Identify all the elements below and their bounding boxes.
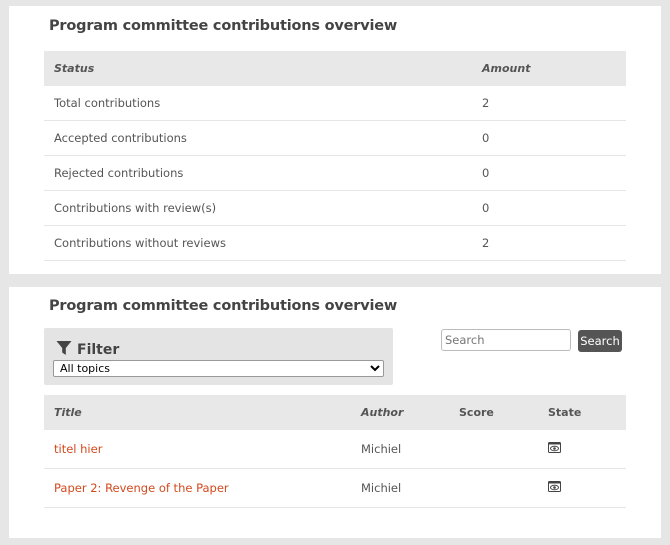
paper-score: [449, 468, 538, 508]
filter-box: Filter All topics: [44, 328, 393, 385]
filter-label: Filter: [77, 342, 120, 358]
topic-filter-select[interactable]: All topics: [53, 360, 384, 377]
table-row: Total contributions 2: [44, 86, 626, 121]
search-input[interactable]: [441, 329, 571, 351]
title-column-header: Title: [44, 395, 351, 430]
status-column-header: Status: [44, 51, 472, 86]
table-row: titel hier Michiel: [44, 430, 626, 469]
eye-icon[interactable]: [548, 442, 561, 456]
contributions-table-header: Title Author Score State: [44, 395, 626, 430]
paper-author: Michiel: [351, 430, 449, 469]
paper-title-link[interactable]: titel hier: [54, 442, 102, 456]
status-amount: 2: [472, 86, 626, 121]
status-label: Contributions with review(s): [44, 190, 472, 226]
status-label: Total contributions: [44, 86, 472, 121]
table-row: Contributions without reviews 2: [44, 225, 626, 261]
status-table-header: Status Amount: [44, 51, 626, 86]
summary-panel: Program committee contributions overview…: [9, 6, 661, 274]
table-row: Rejected contributions 0: [44, 155, 626, 191]
filter-icon: [56, 340, 72, 360]
score-column-header: Score: [449, 395, 538, 430]
status-amount: 0: [472, 120, 626, 156]
status-label: Accepted contributions: [44, 120, 472, 156]
status-label: Rejected contributions: [44, 155, 472, 191]
paper-score: [449, 430, 538, 469]
contributions-title: Program committee contributions overview: [49, 298, 398, 314]
author-column-header: Author: [351, 395, 449, 430]
contributions-panel: Program committee contributions overview…: [9, 287, 661, 538]
paper-author: Michiel: [351, 468, 449, 508]
contributions-table: Title Author Score State titel hier Mich…: [44, 395, 626, 508]
table-row: Accepted contributions 0: [44, 120, 626, 156]
table-row: Paper 2: Revenge of the Paper Michiel: [44, 468, 626, 508]
status-amount: 2: [472, 225, 626, 261]
state-column-header: State: [538, 395, 626, 430]
status-amount: 0: [472, 190, 626, 226]
filter-heading: Filter: [56, 340, 119, 360]
status-table: Status Amount Total contributions 2 Acce…: [44, 51, 626, 261]
status-amount: 0: [472, 155, 626, 191]
eye-icon[interactable]: [548, 481, 561, 495]
search-button[interactable]: Search: [578, 330, 622, 352]
amount-column-header: Amount: [472, 51, 626, 86]
paper-title-link[interactable]: Paper 2: Revenge of the Paper: [54, 481, 229, 495]
table-row: Contributions with review(s) 0: [44, 190, 626, 226]
status-label: Contributions without reviews: [44, 225, 472, 261]
summary-title: Program committee contributions overview: [49, 18, 398, 34]
